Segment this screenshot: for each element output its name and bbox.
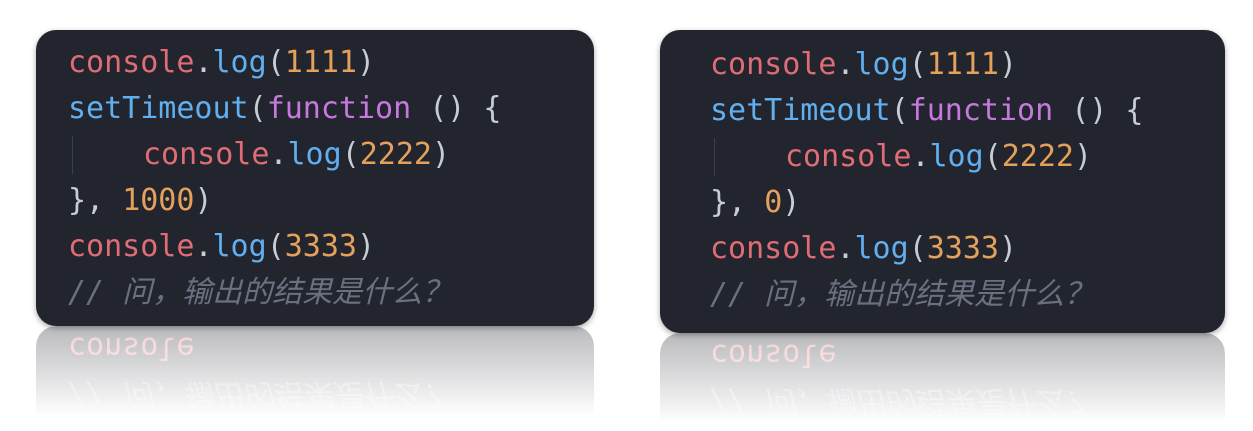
token-dot: .	[911, 139, 930, 174]
code-line-1: console.log(1111)	[710, 42, 1225, 88]
token-paren-close: )	[194, 183, 213, 218]
token-comment: // 问，输出的结果是什么？	[710, 277, 1095, 312]
token-keyword: function	[266, 91, 412, 126]
token-number: 2222	[359, 137, 432, 172]
token-number: 0	[764, 185, 783, 220]
code-line-6: // 问，输出的结果是什么？	[710, 272, 1225, 318]
token-object: console	[710, 47, 837, 82]
token-object: console	[143, 137, 270, 172]
token-paren-open: (	[266, 229, 285, 264]
token-paren-open: (	[908, 47, 927, 82]
token-dot: .	[194, 229, 213, 264]
stage: console.log(1111) setTimeout(function ()…	[0, 0, 1253, 431]
token-object: console	[785, 139, 912, 174]
token-paren-close: )	[999, 47, 1018, 82]
indent-guide	[68, 132, 143, 178]
token-function: log	[212, 45, 267, 80]
token-number: 3333	[284, 229, 357, 264]
token-function: log	[212, 229, 267, 264]
token-dot: .	[836, 47, 855, 82]
code-line-3: console.log(2222)	[710, 134, 1225, 180]
code-line-5: console.log(3333)	[68, 224, 594, 270]
code-snippet-right: console.log(1111) setTimeout(function ()…	[660, 30, 1225, 423]
token-object: console	[710, 231, 837, 266]
token-punctuation: () {	[1053, 93, 1144, 128]
code-card: console.log(1111) setTimeout(function ()…	[660, 30, 1225, 333]
token-object: console	[68, 229, 195, 264]
code-snippet-left: console.log(1111) setTimeout(function ()…	[36, 30, 594, 416]
token-paren-open: (	[890, 93, 909, 128]
token-number: 1111	[284, 45, 357, 80]
card-reflection: // 问，输出的结果是什么？ console	[36, 326, 594, 416]
token-punctuation: () {	[411, 91, 502, 126]
code-line-6: // 问，输出的结果是什么？	[68, 270, 594, 316]
code-card: console.log(1111) setTimeout(function ()…	[36, 30, 594, 326]
reflection-comment: // 问，输出的结果是什么？	[710, 383, 1095, 418]
code-line-2: setTimeout(function () {	[710, 88, 1225, 134]
token-number: 2222	[1001, 139, 1074, 174]
code-line-2: setTimeout(function () {	[68, 86, 594, 132]
card-reflection: // 问，输出的结果是什么？ console	[660, 333, 1225, 423]
token-number: 1000	[122, 183, 195, 218]
token-dot: .	[269, 137, 288, 172]
token-object: console	[68, 45, 195, 80]
token-number: 3333	[926, 231, 999, 266]
token-paren-close: )	[782, 185, 801, 220]
token-paren-open: (	[983, 139, 1002, 174]
token-keyword: function	[908, 93, 1054, 128]
token-function: log	[287, 137, 342, 172]
token-dot: .	[836, 231, 855, 266]
indent-guide	[710, 134, 785, 180]
reflection-comment: // 问，输出的结果是什么？	[68, 376, 453, 411]
token-punctuation: },	[68, 183, 123, 218]
token-paren-open: (	[266, 45, 285, 80]
code-line-3: console.log(2222)	[68, 132, 594, 178]
token-paren-open: (	[248, 91, 267, 126]
token-function: setTimeout	[68, 91, 249, 126]
code-line-4: }, 1000)	[68, 178, 594, 224]
code-line-5: console.log(3333)	[710, 226, 1225, 272]
code-line-1: console.log(1111)	[68, 40, 594, 86]
token-function: log	[854, 47, 909, 82]
token-paren-open: (	[341, 137, 360, 172]
token-paren-open: (	[908, 231, 927, 266]
token-dot: .	[194, 45, 213, 80]
token-function: log	[854, 231, 909, 266]
reflection-object: console	[710, 337, 837, 372]
token-comment: // 问，输出的结果是什么？	[68, 275, 453, 310]
token-paren-close: )	[357, 229, 376, 264]
token-number: 1111	[926, 47, 999, 82]
code-line-4: }, 0)	[710, 180, 1225, 226]
token-punctuation: },	[710, 185, 765, 220]
token-paren-close: )	[357, 45, 376, 80]
token-paren-close: )	[1074, 139, 1093, 174]
reflection-object: console	[68, 330, 195, 365]
token-paren-close: )	[432, 137, 451, 172]
token-function: log	[929, 139, 984, 174]
token-function: setTimeout	[710, 93, 891, 128]
token-paren-close: )	[999, 231, 1018, 266]
